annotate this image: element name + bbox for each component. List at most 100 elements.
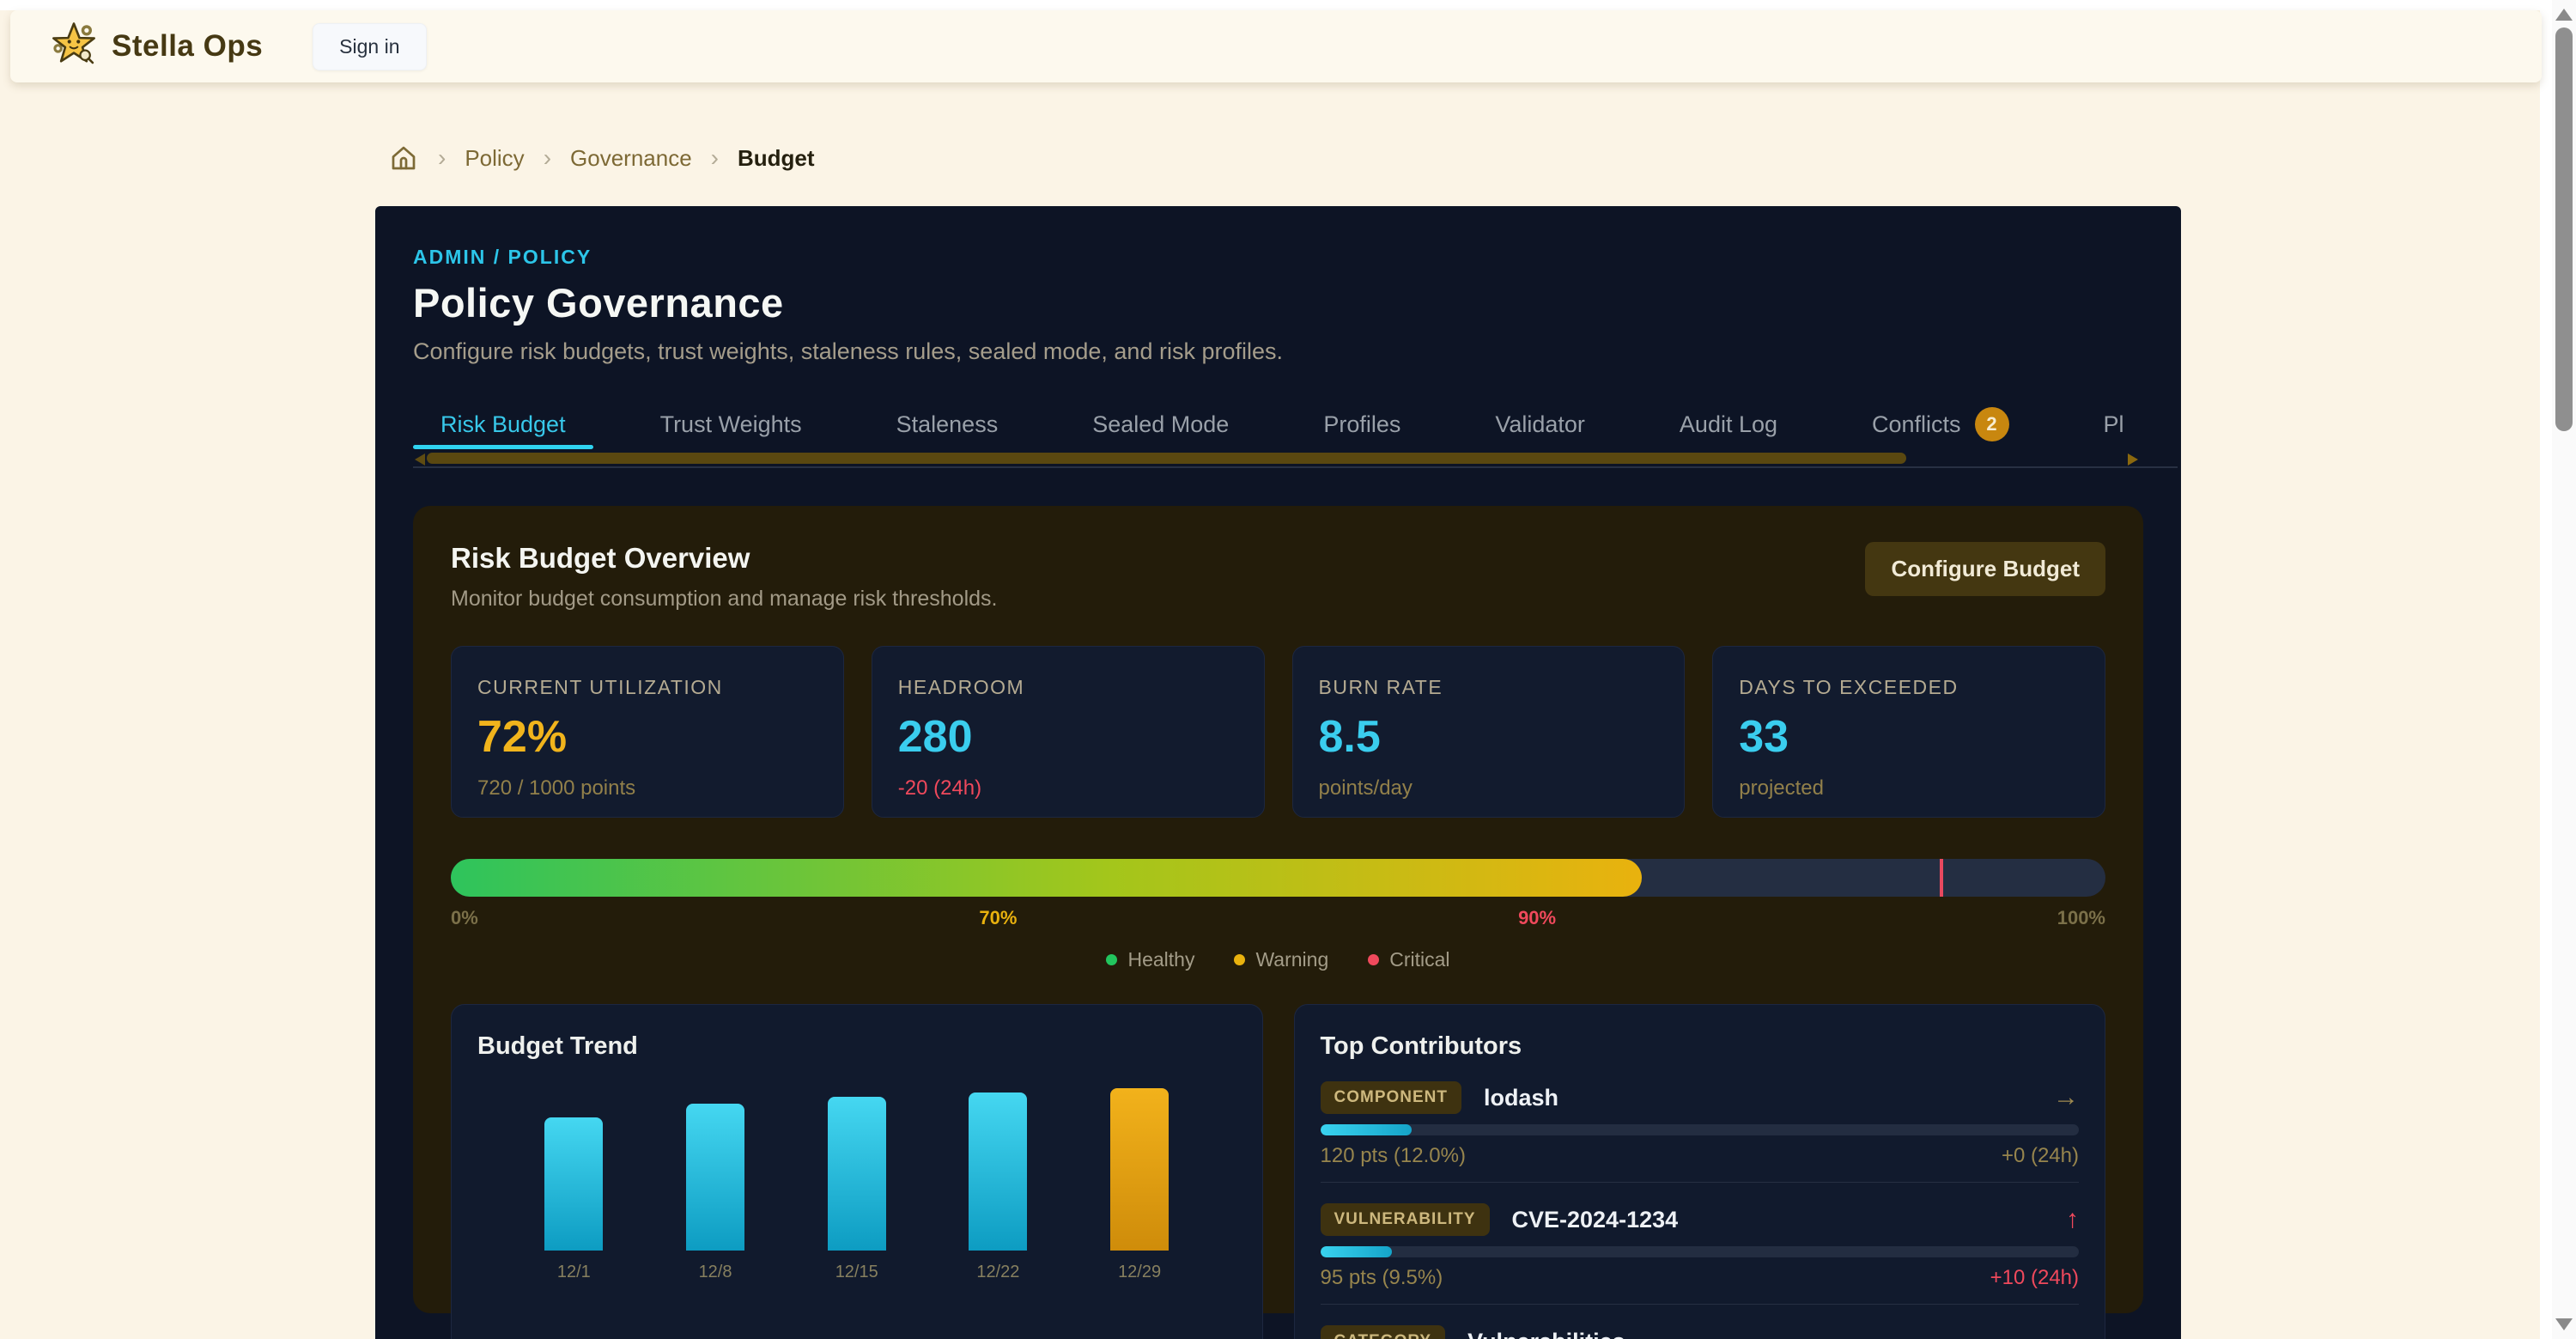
trend-bar-column: 12/29: [1109, 1088, 1170, 1282]
contributor-name: lodash: [1484, 1085, 1558, 1111]
trend-bar-label: 12/22: [976, 1263, 1019, 1282]
trend-bar-column: 12/1: [544, 1117, 604, 1282]
budget-trend-title: Budget Trend: [477, 1032, 1236, 1061]
scroll-right-arrow-icon[interactable]: [2128, 453, 2138, 466]
type-badge: CATEGORY: [1321, 1325, 1446, 1339]
budget-trend-chart: 12/1 12/8 12/15 12/22 12/29: [477, 1076, 1236, 1282]
contributor-points: 95 pts (9.5%): [1321, 1266, 1443, 1290]
gauge-label-100: 100%: [2057, 907, 2105, 929]
trend-bar: [1110, 1088, 1169, 1251]
chevron-right-icon: ›: [711, 144, 719, 172]
top-contributors-title: Top Contributors: [1321, 1032, 2080, 1061]
tab-profiles[interactable]: Profiles: [1296, 399, 1428, 449]
trend-bar-column: 12/22: [968, 1093, 1028, 1282]
star-mascot-logo-icon: [50, 21, 98, 73]
status-legend: Healthy Warning Critical: [451, 948, 2105, 971]
top-contributors-card: Top Contributors COMPONENT lodash → 120 …: [1294, 1004, 2106, 1339]
type-badge: COMPONENT: [1321, 1081, 1462, 1114]
tab-staleness[interactable]: Staleness: [869, 399, 1026, 449]
brand-title: Stella Ops: [112, 29, 263, 64]
tabs-horizontal-scrollbar: [413, 451, 2143, 468]
conflicts-count-badge: 2: [1975, 407, 2009, 441]
contributor-row: CATEGORY Vulnerabilities →: [1321, 1325, 2080, 1339]
trend-bar-label: 12/29: [1118, 1263, 1161, 1282]
vertical-scrollbar[interactable]: [2552, 0, 2576, 1339]
contributor-name: Vulnerabilities: [1467, 1329, 1625, 1339]
tab-bar: Risk Budget Trust Weights Staleness Seal…: [413, 399, 2143, 449]
page-subtitle: Configure risk budgets, trust weights, s…: [413, 338, 2143, 365]
trend-bar: [828, 1097, 886, 1251]
breadcrumb-current-budget: Budget: [738, 145, 815, 172]
tab-audit-log[interactable]: Audit Log: [1652, 399, 1805, 449]
contributor-delta: +0 (24h): [2002, 1144, 2079, 1168]
page-title: Policy Governance: [413, 279, 2143, 326]
healthy-dot-icon: [1106, 954, 1117, 965]
breadcrumb-link-policy[interactable]: Policy: [465, 145, 524, 172]
horizontal-scrollbar-thumb[interactable]: [427, 453, 1906, 464]
warning-dot-icon: [1234, 954, 1245, 965]
arrow-up-icon[interactable]: ↑: [2066, 1205, 2079, 1234]
budget-utilization-gauge: [451, 859, 2105, 897]
contributor-name: CVE-2024-1234: [1512, 1207, 1679, 1233]
contributor-progress-fill: [1321, 1124, 1412, 1135]
contributor-row: VULNERABILITY CVE-2024-1234 ↑ 95 pts (9.…: [1321, 1203, 2080, 1305]
contributor-delta: +10 (24h): [1990, 1266, 2079, 1290]
overview-subtitle: Monitor budget consumption and manage ri…: [451, 587, 997, 612]
breadcrumb: › Policy › Governance › Budget: [388, 137, 815, 179]
gauge-label-90: 90%: [1518, 907, 1556, 929]
configure-budget-button[interactable]: Configure Budget: [1865, 542, 2105, 596]
sign-in-button[interactable]: Sign in: [313, 23, 426, 70]
trend-bar-label: 12/1: [557, 1263, 591, 1282]
chevron-right-icon: ›: [438, 144, 446, 172]
trend-bar: [969, 1093, 1027, 1251]
contributor-points: 120 pts (12.0%): [1321, 1144, 1466, 1168]
overview-title: Risk Budget Overview: [451, 542, 997, 575]
home-icon[interactable]: [388, 143, 419, 173]
scroll-left-arrow-icon[interactable]: [415, 453, 425, 466]
trend-bar-label: 12/15: [835, 1263, 878, 1282]
legend-item-healthy: Healthy: [1106, 948, 1194, 971]
legend-item-warning: Warning: [1234, 948, 1328, 971]
critical-dot-icon: [1368, 954, 1379, 965]
critical-threshold-marker: [1940, 859, 1943, 897]
scrollbar-gutter: [2540, 0, 2552, 1339]
policy-governance-panel: ADMIN / POLICY Policy Governance Configu…: [375, 206, 2181, 1339]
stat-card-headroom: HEADROOM 280 -20 (24h): [872, 646, 1265, 818]
section-eyebrow: ADMIN / POLICY: [413, 246, 2143, 269]
breadcrumb-link-governance[interactable]: Governance: [570, 145, 692, 172]
risk-budget-overview-card: Risk Budget Overview Monitor budget cons…: [413, 506, 2143, 1313]
trend-bar-column: 12/15: [827, 1097, 887, 1282]
stat-card-days-to-exceeded: DAYS TO EXCEEDED 33 projected: [1712, 646, 2105, 818]
trend-bar: [686, 1104, 744, 1251]
vertical-scrollbar-thumb[interactable]: [2555, 27, 2573, 431]
arrow-right-icon[interactable]: →: [2053, 1327, 2079, 1339]
tab-truncated[interactable]: Pl: [2076, 399, 2152, 449]
top-bar: Stella Ops Sign in: [10, 10, 2542, 82]
budget-trend-card: Budget Trend 12/1 12/8 12/15 12/22 12/29: [451, 1004, 1263, 1339]
tab-risk-budget[interactable]: Risk Budget: [413, 399, 593, 449]
stat-card-burn-rate: BURN RATE 8.5 points/day: [1292, 646, 1686, 818]
contributor-progress-track: [1321, 1124, 2080, 1135]
chevron-right-icon: ›: [544, 144, 551, 172]
tab-validator[interactable]: Validator: [1467, 399, 1613, 449]
contributor-progress-track: [1321, 1246, 2080, 1257]
stat-card-current-utilization: CURRENT UTILIZATION 72% 720 / 1000 point…: [451, 646, 844, 818]
contributor-progress-fill: [1321, 1246, 1393, 1257]
gauge-label-0: 0%: [451, 907, 478, 929]
arrow-right-icon[interactable]: →: [2053, 1083, 2079, 1112]
scroll-down-arrow-icon[interactable]: [2555, 1318, 2573, 1330]
budget-gauge-fill: [451, 859, 1642, 897]
tab-trust-weights[interactable]: Trust Weights: [633, 399, 829, 449]
contributor-row: COMPONENT lodash → 120 pts (12.0%) +0 (2…: [1321, 1081, 2080, 1183]
trend-bar-label: 12/8: [699, 1263, 732, 1282]
legend-item-critical: Critical: [1368, 948, 1449, 971]
scrollbar-track-line: [413, 466, 2178, 468]
scroll-up-arrow-icon[interactable]: [2555, 9, 2573, 21]
tab-sealed-mode[interactable]: Sealed Mode: [1065, 399, 1256, 449]
type-badge: VULNERABILITY: [1321, 1203, 1490, 1236]
brand: Stella Ops: [50, 21, 263, 73]
trend-bar-column: 12/8: [685, 1104, 745, 1282]
stat-cards-row: CURRENT UTILIZATION 72% 720 / 1000 point…: [451, 646, 2105, 818]
gauge-threshold-labels: 0% 70% 90% 100%: [451, 907, 2105, 929]
tab-conflicts[interactable]: Conflicts 2: [1844, 399, 2037, 449]
